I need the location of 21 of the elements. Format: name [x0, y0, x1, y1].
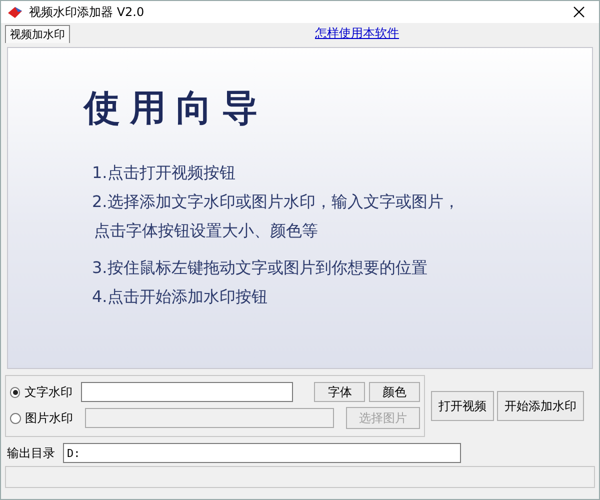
- radio-button[interactable]: [10, 386, 20, 398]
- output-label: 输出目录: [7, 444, 55, 462]
- guide-step: 3.按住鼠标左键拖动文字或图片到你想要的位置: [92, 258, 592, 279]
- guide-step-continuation: 点击字体按钮设置大小、颜色等: [94, 221, 319, 242]
- watermark-input-field[interactable]: [80, 382, 294, 402]
- option-label: 图片水印: [24, 410, 74, 426]
- option-button[interactable]: 字体: [314, 382, 366, 402]
- guide-step: 2.选择添加文字水印或图片水印，输入文字或图片，: [92, 192, 592, 213]
- guide-step: 4.点击开始添加水印按钮: [92, 287, 592, 308]
- close-icon[interactable]: [573, 6, 585, 18]
- tab[interactable]: 视频加水印: [5, 25, 70, 43]
- guide-step: 1.点击打开视频按钮: [92, 163, 592, 184]
- action-button[interactable]: 开始添加水印: [497, 391, 584, 421]
- window-title: 视频水印添加器 V2.0: [29, 4, 146, 20]
- option-button[interactable]: 颜色: [369, 382, 420, 402]
- output-path-field[interactable]: D:: [63, 443, 461, 463]
- action-button[interactable]: 打开视频: [431, 391, 494, 421]
- guide-title: 使用向导: [84, 86, 269, 131]
- help-link[interactable]: 怎样使用本软件: [315, 25, 399, 42]
- option-label: 文字水印: [24, 384, 74, 400]
- app-logo-icon: [7, 5, 23, 19]
